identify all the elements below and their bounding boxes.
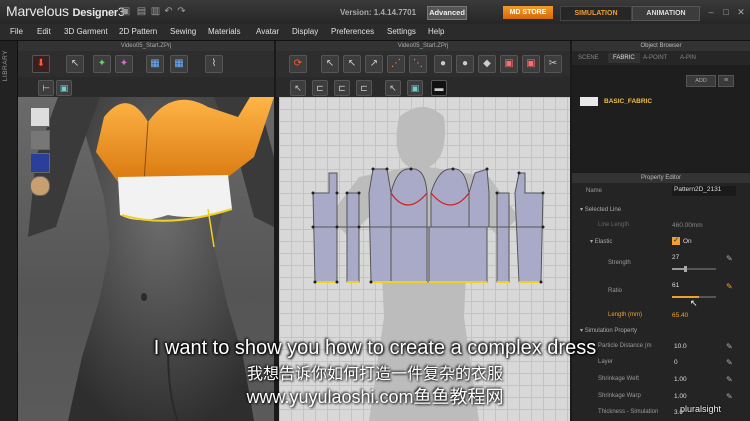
elastic-checkbox[interactable]: ✓ xyxy=(672,237,680,245)
2d-segment-tool-icon[interactable]: ↖ xyxy=(290,80,306,96)
menu-bar xyxy=(0,24,750,41)
redo-icon[interactable]: ↷ xyxy=(176,6,187,17)
sync-refresh-icon[interactable]: ⟳ xyxy=(289,55,307,73)
animation-mode-button[interactable]: ANIMATION xyxy=(632,6,700,21)
2d-trace-icon[interactable]: ✂ xyxy=(544,55,562,73)
strength-slider-fill xyxy=(672,268,684,270)
menu-2d-pattern[interactable]: 2D Pattern xyxy=(119,27,157,36)
version-label: Version: 1.4.14.7701 xyxy=(340,8,417,17)
prop-strength-label: Strength xyxy=(608,260,631,266)
elastic-value: On xyxy=(683,238,692,245)
object-browser-title: Object Browser xyxy=(572,41,750,51)
menu-settings[interactable]: Settings xyxy=(387,27,416,36)
fold-tool-icon[interactable]: ▦ xyxy=(170,55,188,73)
2d-internal-shape-icon[interactable]: ▣ xyxy=(500,55,518,73)
prop-length-label: Length (mm) xyxy=(608,312,643,318)
display-tool-2-icon[interactable]: ▣ xyxy=(56,80,72,96)
maximize-icon[interactable]: □ xyxy=(721,7,731,17)
md-store-button[interactable]: MD STORE xyxy=(503,6,553,19)
prop-name-field[interactable]: Pattern2D_2131 xyxy=(672,186,736,196)
import-icon[interactable]: ▥ xyxy=(150,6,161,17)
prop-line-length-label: Line Length xyxy=(598,222,630,228)
tab-fabric[interactable]: FABRIC xyxy=(608,53,640,63)
pin-tool-icon[interactable]: ▦ xyxy=(146,55,164,73)
menu-help[interactable]: Help xyxy=(428,27,444,36)
2d-circle-icon[interactable]: ● xyxy=(456,55,474,73)
subtitle-chinese: 我想告诉你如何打造一件复杂的衣服 xyxy=(246,366,503,383)
2d-seam-tool-icon[interactable]: ⊏ xyxy=(312,80,328,96)
menu-file[interactable]: File xyxy=(10,27,23,36)
strength-slider-handle[interactable] xyxy=(684,266,687,272)
tape-tool-icon[interactable]: ⌇ xyxy=(205,55,223,73)
close-icon[interactable]: ✕ xyxy=(736,7,746,17)
garment-tool-icon[interactable]: ✦ xyxy=(93,55,111,73)
avatar-thumb-face-icon[interactable] xyxy=(30,176,50,196)
fabric-name[interactable]: BASIC_FABRIC xyxy=(604,98,652,105)
display-tool-icon[interactable]: ⊢ xyxy=(38,80,54,96)
2d-curve-point-icon[interactable]: ⋱ xyxy=(409,55,427,73)
prop-ratio-value[interactable]: 61 xyxy=(672,282,679,289)
menu-preferences[interactable]: Preferences xyxy=(331,27,374,36)
3d-window-title: Video05_Start.ZPrj xyxy=(18,41,274,51)
prop-length-value: 65.40 xyxy=(672,312,689,319)
2d-edit-point-icon[interactable]: ↖ xyxy=(343,55,361,73)
2d-seam-tool-3-icon[interactable]: ⊏ xyxy=(356,80,372,96)
menu-edit[interactable]: Edit xyxy=(37,27,51,36)
strength-edit-icon[interactable]: ✎ xyxy=(726,254,733,263)
2d-seam-tool-2-icon[interactable]: ⊏ xyxy=(334,80,350,96)
save-icon[interactable]: ▣ xyxy=(120,6,131,17)
2d-dart-icon[interactable]: ◆ xyxy=(478,55,496,73)
avatar-thumb-head-icon[interactable] xyxy=(30,130,50,150)
subtitle-url: www.yuyulaoshi.com鱼鱼教程网 xyxy=(246,387,504,407)
tab-scene[interactable]: SCENE xyxy=(578,55,599,61)
subtitle-english: I want to show you how to create a compl… xyxy=(153,337,597,359)
elastic-section[interactable]: ▾ Elastic xyxy=(590,238,612,245)
menu-sewing[interactable]: Sewing xyxy=(170,27,196,36)
menu-display[interactable]: Display xyxy=(292,27,318,36)
2d-edit-curve-icon[interactable]: ↗ xyxy=(365,55,383,73)
property-editor-title: Property Editor xyxy=(572,173,750,183)
2d-window-title: Video05_Start.ZPrj xyxy=(276,41,570,51)
fabric-swatch[interactable] xyxy=(580,97,598,106)
pluralsight-watermark: pluralsight xyxy=(680,404,722,414)
garment-tool-2-icon[interactable]: ✦ xyxy=(115,55,133,73)
menu-materials[interactable]: Materials xyxy=(208,27,240,36)
minimize-icon[interactable]: – xyxy=(706,7,716,17)
avatar-thumb-shirt-icon[interactable] xyxy=(30,107,50,127)
selected-line-section[interactable]: ▾ Selected Line xyxy=(580,206,621,213)
prop-line-length-value: 460.00mm xyxy=(672,222,703,229)
prop-ratio-label: Ratio xyxy=(608,288,623,294)
prop-name-label: Name xyxy=(586,188,603,194)
simulation-property-section[interactable]: ▾ Simulation Property xyxy=(580,327,637,334)
2d-view-tool-2-icon[interactable]: ▣ xyxy=(407,80,423,96)
undo-icon[interactable]: ↶ xyxy=(163,6,174,17)
library-label: LIBRARY xyxy=(2,50,9,82)
ratio-edit-icon[interactable]: ✎ xyxy=(726,282,733,291)
open-folder-icon[interactable]: ▤ xyxy=(136,6,147,17)
2d-view-tool-3-icon[interactable]: ▬ xyxy=(431,80,447,96)
edition-badge: Advanced xyxy=(427,6,467,20)
2d-add-point-icon[interactable]: ⋰ xyxy=(387,55,405,73)
tab-a-point[interactable]: A-POINT xyxy=(643,55,667,61)
fabric-options-icon[interactable]: ≡ xyxy=(718,75,734,87)
2d-select-icon[interactable]: ↖ xyxy=(321,55,339,73)
simulate-icon[interactable]: ⬇ xyxy=(32,55,50,73)
add-fabric-button[interactable]: ADD xyxy=(686,75,716,87)
select-move-icon[interactable]: ↖ xyxy=(66,55,84,73)
prop-thickness-label: Thickness - Simulation xyxy=(598,409,659,415)
mouse-cursor-icon: ↖ xyxy=(690,298,698,308)
2d-view-tool-icon[interactable]: ↖ xyxy=(385,80,401,96)
app-logo: Marvelous Designer3 xyxy=(6,3,125,19)
prop-strength-value[interactable]: 27 xyxy=(672,254,679,261)
2d-polygon-icon[interactable]: ● xyxy=(434,55,452,73)
tab-a-pin[interactable]: A-PIN xyxy=(680,55,696,61)
strength-slider[interactable] xyxy=(672,268,716,270)
menu-3d-garment[interactable]: 3D Garment xyxy=(64,27,108,36)
2d-internal-line-icon[interactable]: ▣ xyxy=(522,55,540,73)
menu-avatar[interactable]: Avatar xyxy=(256,27,279,36)
avatar-thumb-pose-icon[interactable] xyxy=(30,153,50,173)
simulation-mode-button[interactable]: SIMULATION xyxy=(560,6,632,21)
